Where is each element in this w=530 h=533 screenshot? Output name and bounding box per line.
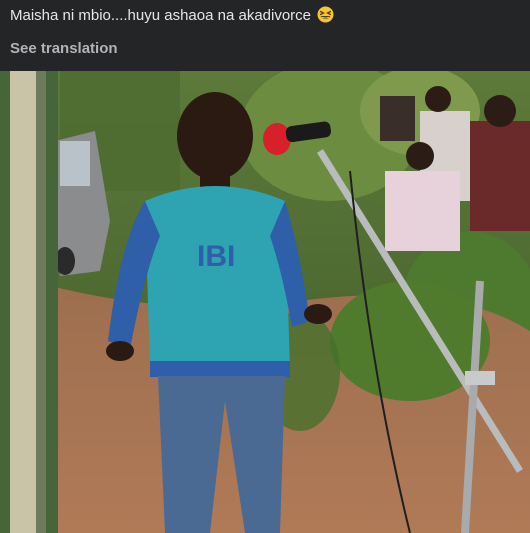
photo-scene: IBI [0,71,530,533]
shirt-print: IBI [197,240,235,273]
post-caption: Maisha ni mbio....huyu ashaoa na akadivo… [10,6,334,25]
post-photo[interactable]: IBI [0,71,530,533]
see-translation-link[interactable]: See translation [10,39,118,58]
caption-text: Maisha ni mbio....huyu ashaoa na akadivo… [10,7,312,24]
post-header: Maisha ni mbio....huyu ashaoa na akadivo… [0,0,530,71]
grinning-squinting-face-icon [317,6,334,23]
